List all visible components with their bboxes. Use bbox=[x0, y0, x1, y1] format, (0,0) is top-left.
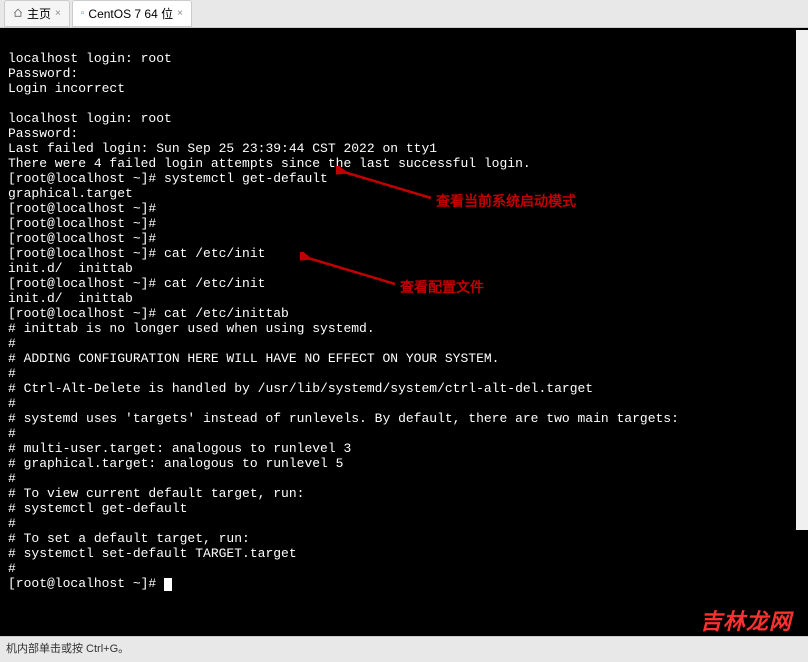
terminal-line: [root@localhost ~]# bbox=[8, 216, 156, 231]
status-text: 机内部单击或按 Ctrl+G。 bbox=[6, 643, 129, 655]
arrow-annotation-1 bbox=[336, 166, 436, 206]
terminal-line: Last failed login: Sun Sep 25 23:39:44 C… bbox=[8, 141, 437, 156]
terminal-line: localhost login: root bbox=[8, 111, 172, 126]
terminal-line: # inittab is no longer used when using s… bbox=[8, 321, 375, 336]
terminal-line: [root@localhost ~]# systemctl get-defaul… bbox=[8, 171, 328, 186]
terminal-cursor bbox=[164, 578, 172, 591]
home-icon bbox=[13, 7, 23, 21]
terminal-line: # Ctrl-Alt-Delete is handled by /usr/lib… bbox=[8, 381, 593, 396]
terminal-line: graphical.target bbox=[8, 186, 133, 201]
terminal-area[interactable]: localhost login: root Password: Login in… bbox=[0, 28, 808, 636]
status-bar: 机内部单击或按 Ctrl+G。 bbox=[0, 636, 808, 658]
terminal-line: [root@localhost ~]# cat /etc/inittab bbox=[8, 306, 289, 321]
terminal-line: # bbox=[8, 561, 16, 576]
tab-home[interactable]: 主页 × bbox=[4, 0, 70, 27]
tab-vm-label: CentOS 7 64 位 bbox=[88, 5, 173, 22]
tab-home-label: 主页 bbox=[27, 5, 51, 22]
terminal-line: init.d/ inittab bbox=[8, 261, 133, 276]
terminal-line: [root@localhost ~]# bbox=[8, 576, 164, 591]
arrow-annotation-2 bbox=[300, 252, 400, 292]
terminal-line: # ADDING CONFIGURATION HERE WILL HAVE NO… bbox=[8, 351, 499, 366]
annotation-2: 查看配置文件 bbox=[400, 280, 484, 295]
tab-vm-close[interactable]: × bbox=[177, 8, 183, 19]
terminal-line: [root@localhost ~]# cat /etc/init bbox=[8, 246, 265, 261]
terminal-line: Password: bbox=[8, 66, 78, 81]
vm-icon: ▫ bbox=[81, 8, 85, 19]
terminal-line: localhost login: root bbox=[8, 51, 172, 66]
terminal-line: # bbox=[8, 336, 16, 351]
terminal-line: [root@localhost ~]# bbox=[8, 201, 156, 216]
tab-home-close[interactable]: × bbox=[55, 8, 61, 19]
terminal-line: # graphical.target: analogous to runleve… bbox=[8, 456, 343, 471]
tab-vm[interactable]: ▫ CentOS 7 64 位 × bbox=[72, 0, 192, 27]
watermark: 吉林龙网 bbox=[700, 604, 792, 636]
terminal-line: Login incorrect bbox=[8, 81, 125, 96]
terminal-line: init.d/ inittab bbox=[8, 291, 133, 306]
terminal-line: # bbox=[8, 426, 16, 441]
terminal-line: # To view current default target, run: bbox=[8, 486, 304, 501]
terminal-line: # bbox=[8, 516, 16, 531]
tab-bar: 主页 × ▫ CentOS 7 64 位 × bbox=[0, 0, 808, 28]
terminal-line: [root@localhost ~]# cat /etc/init bbox=[8, 276, 265, 291]
annotation-1: 查看当前系统启动模式 bbox=[436, 194, 576, 209]
terminal-line: [root@localhost ~]# bbox=[8, 231, 156, 246]
terminal-line: # systemctl set-default TARGET.target bbox=[8, 546, 297, 561]
terminal-line: # systemctl get-default bbox=[8, 501, 187, 516]
terminal-line: # bbox=[8, 366, 16, 381]
terminal-line: # multi-user.target: analogous to runlev… bbox=[8, 441, 351, 456]
terminal-line: # bbox=[8, 396, 16, 411]
terminal-line: # To set a default target, run: bbox=[8, 531, 250, 546]
terminal-line: # bbox=[8, 471, 16, 486]
terminal-line: # systemd uses 'targets' instead of runl… bbox=[8, 411, 679, 426]
side-toolbar bbox=[796, 30, 808, 530]
terminal-line: There were 4 failed login attempts since… bbox=[8, 156, 531, 171]
terminal-line: Password: bbox=[8, 126, 78, 141]
